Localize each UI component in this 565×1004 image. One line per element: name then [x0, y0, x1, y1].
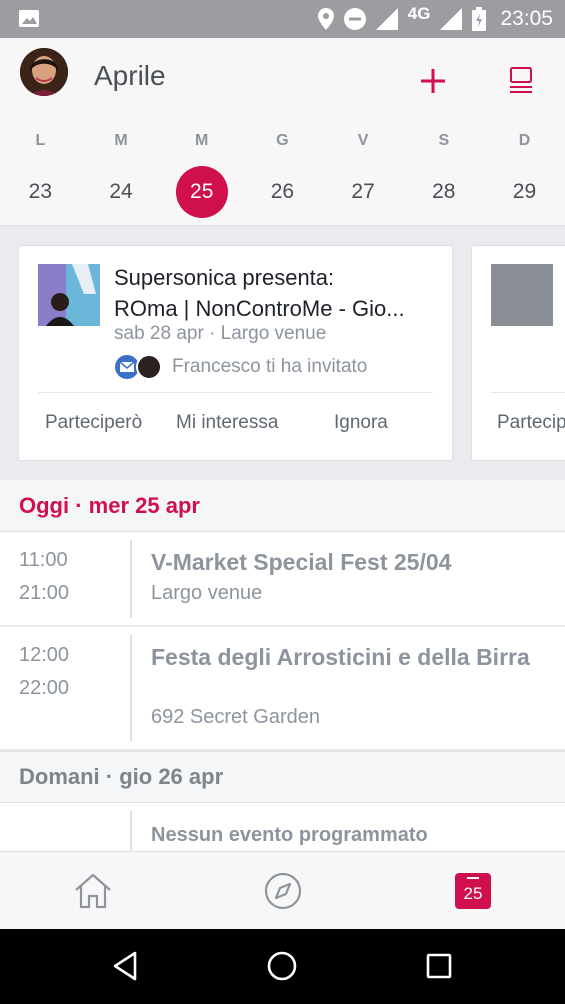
- date-cell[interactable]: 27: [323, 166, 404, 218]
- compass-icon: [264, 872, 302, 910]
- location-icon: [317, 8, 334, 30]
- invitations-carousel[interactable]: Supersonica presenta: ROma | NonControMe…: [0, 227, 565, 479]
- date-cell[interactable]: 29: [484, 166, 565, 218]
- divider: [38, 392, 433, 393]
- going-button[interactable]: Parteciperò: [45, 412, 142, 434]
- event-title[interactable]: Festa degli Arrosticini e della Birra: [151, 642, 541, 672]
- event-thumbnail: [38, 264, 100, 326]
- time-divider: [130, 635, 132, 741]
- date-cell[interactable]: 24: [81, 166, 162, 218]
- clock: 23:05: [500, 7, 553, 30]
- date-row: 23 24 25 26 27 28 29: [0, 166, 565, 218]
- section-header-today: Oggi · mer 25 apr: [0, 480, 565, 532]
- signal-icon-2: [440, 8, 463, 30]
- event-title[interactable]: V-Market Special Fest 25/04: [151, 547, 541, 577]
- date-cell-selected[interactable]: 25: [161, 166, 242, 218]
- no-events-text: Nessun evento programmato: [151, 824, 428, 846]
- system-navigation-bar: [0, 929, 565, 1004]
- status-bar: 4G 23:05: [0, 0, 565, 38]
- bottom-navigation: 25: [0, 851, 565, 929]
- battery-icon: [472, 7, 487, 31]
- inviter-avatar: [136, 354, 162, 380]
- weekday-label: D: [518, 132, 531, 149]
- calendar-header: Aprile L M M G V S D 23 24 25 26 27 28 2…: [0, 38, 565, 226]
- time-divider: [130, 540, 132, 618]
- home-icon: [75, 873, 111, 909]
- month-title: Aprile: [94, 60, 166, 91]
- calendar-icon: 25: [455, 873, 491, 909]
- event-title[interactable]: Supersonica presenta: ROma | NonControMe…: [114, 262, 439, 324]
- profile-avatar[interactable]: [20, 48, 68, 96]
- weekday-label: S: [438, 132, 450, 149]
- add-event-button[interactable]: [418, 66, 448, 96]
- do-not-disturb-icon: [343, 8, 366, 30]
- signal-icon: [375, 8, 398, 30]
- divider: [491, 392, 565, 393]
- event-thumbnail: [491, 264, 553, 326]
- calendar-tab[interactable]: 25: [451, 869, 495, 913]
- interested-button[interactable]: Mi interessa: [176, 412, 278, 434]
- event-times: 11:00 21:00: [19, 549, 70, 604]
- date-cell[interactable]: 23: [0, 166, 81, 218]
- event-times: 12:00 22:00: [19, 644, 70, 699]
- empty-day-row: Nessun evento programmato: [0, 803, 565, 851]
- date-cell[interactable]: 28: [403, 166, 484, 218]
- going-button[interactable]: Partecipe: [497, 412, 565, 434]
- event-place: Largo venue: [151, 582, 263, 604]
- list-view-icon[interactable]: [507, 66, 535, 96]
- ignore-button[interactable]: Ignora: [334, 412, 388, 434]
- weekday-label: M: [114, 132, 128, 149]
- invitation-card[interactable]: Supersonica presenta: ROma | NonControMe…: [18, 245, 453, 461]
- back-icon[interactable]: [109, 949, 143, 983]
- weekday-label: L: [35, 132, 46, 149]
- weekday-row: L M M G V S D: [0, 132, 565, 150]
- image-notification-icon: [19, 10, 39, 27]
- event-meta: sab 28 apr · Largo venue: [114, 323, 327, 344]
- weekday-label: G: [276, 132, 289, 149]
- recents-icon[interactable]: [422, 949, 456, 983]
- weekday-label: M: [195, 132, 209, 149]
- section-header-tomorrow: Domani · gio 26 apr: [0, 751, 565, 803]
- invite-row: Francesco ti ha invitato: [115, 354, 367, 380]
- home-tab[interactable]: [71, 869, 115, 913]
- weekday-label: V: [357, 132, 369, 149]
- invitation-card-next[interactable]: Partecipe: [471, 245, 565, 461]
- network-type: 4G: [407, 4, 431, 23]
- date-cell[interactable]: 26: [242, 166, 323, 218]
- event-row[interactable]: 12:00 22:00 Festa degli Arrosticini e de…: [0, 627, 565, 750]
- time-divider: [130, 811, 132, 851]
- discover-tab[interactable]: [261, 869, 305, 913]
- event-place: 692 Secret Garden: [151, 706, 320, 728]
- event-row[interactable]: 11:00 21:00 V-Market Special Fest 25/04 …: [0, 532, 565, 626]
- invite-text: Francesco ti ha invitato: [172, 356, 368, 377]
- home-circle-icon[interactable]: [265, 949, 299, 983]
